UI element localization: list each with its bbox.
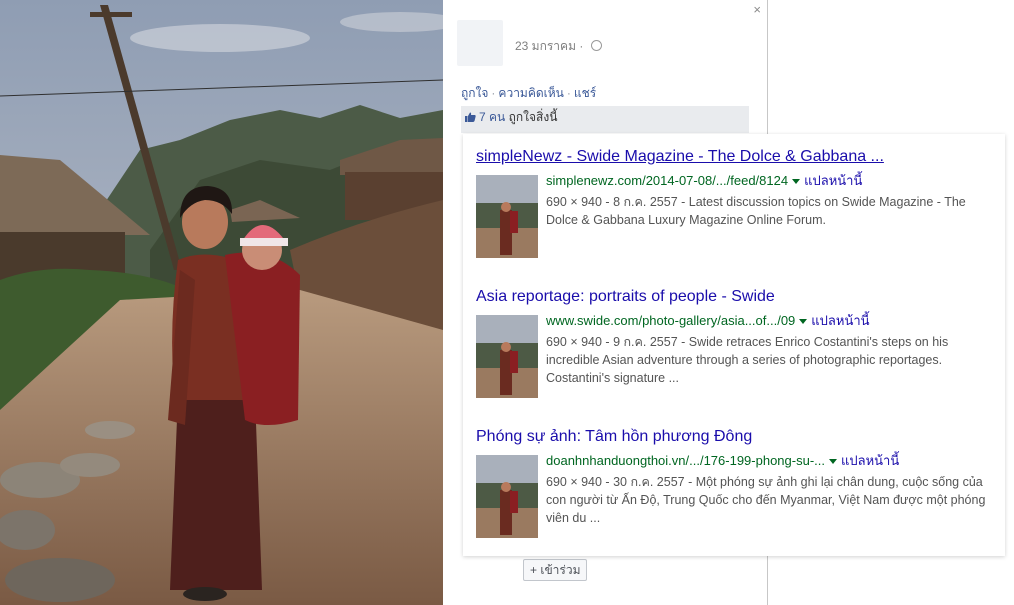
post-date[interactable]: 23 มกราคม · (515, 37, 602, 56)
avatar[interactable] (457, 20, 503, 66)
result-snippet: 690 × 940 - 30 ก.ค. 2557 - Một phóng sự … (546, 475, 986, 525)
result-url-text: doanhnhanduongthoi.vn/.../176-199-phong-… (546, 453, 825, 468)
join-button[interactable]: + เข้าร่วม (523, 559, 588, 581)
likes-count-link[interactable]: 7 คน (479, 110, 505, 124)
result-url: www.swide.com/photo-gallery/asia...of...… (546, 310, 996, 331)
photo-woman-with-child[interactable] (0, 0, 443, 605)
search-results-panel: simpleNewz - Swide Magazine - The Dolce … (463, 134, 1005, 556)
translate-link[interactable]: แปลหน้านี้ (811, 313, 869, 328)
result-url: doanhnhanduongthoi.vn/.../176-199-phong-… (546, 450, 996, 471)
result-thumbnail[interactable] (476, 315, 538, 398)
post-date-text: 23 มกราคม (515, 39, 576, 53)
search-result: Phóng sự ảnh: Tâm hồn phương Đông doanhn… (476, 428, 996, 538)
likes-suffix: ถูกใจสิ่งนี้ (508, 110, 558, 124)
close-icon[interactable]: × (753, 2, 761, 17)
likes-bar: 7 คน ถูกใจสิ่งนี้ (461, 106, 749, 133)
sep-1: · (579, 39, 587, 53)
result-thumbnail[interactable] (476, 455, 538, 538)
result-url: simplenewz.com/2014-07-08/.../feed/8124 แ… (546, 170, 996, 191)
action-separator: · (491, 86, 496, 100)
like-link[interactable]: ถูกใจ (461, 86, 488, 100)
search-result: Asia reportage: portraits of people - Sw… (476, 288, 996, 398)
result-title-link[interactable]: simpleNewz - Swide Magazine - The Dolce … (476, 148, 996, 166)
photo-image (0, 0, 443, 605)
comment-link[interactable]: ความคิดเห็น (498, 86, 563, 100)
result-url-text: www.swide.com/photo-gallery/asia...of...… (546, 313, 796, 328)
dropdown-arrow-icon[interactable] (799, 318, 808, 324)
thumbs-up-icon (465, 112, 476, 122)
globe-icon (590, 40, 602, 51)
translate-link[interactable]: แปลหน้านี้ (804, 173, 862, 188)
result-snippet: 690 × 940 - 9 ก.ค. 2557 - Swide retraces… (546, 335, 949, 385)
result-url-text: simplenewz.com/2014-07-08/.../feed/8124 (546, 173, 789, 188)
result-title-link[interactable]: Asia reportage: portraits of people - Sw… (476, 288, 996, 306)
dropdown-arrow-icon[interactable] (792, 178, 801, 184)
result-thumbnail-image (476, 175, 538, 258)
result-snippet: 690 × 940 - 8 ก.ค. 2557 - Latest discuss… (546, 195, 966, 227)
result-thumbnail[interactable] (476, 175, 538, 258)
search-result: simpleNewz - Swide Magazine - The Dolce … (476, 148, 996, 258)
translate-link[interactable]: แปลหน้านี้ (841, 453, 899, 468)
result-title-link[interactable]: Phóng sự ảnh: Tâm hồn phương Đông (476, 428, 996, 446)
post-actions: ถูกใจ · ความคิดเห็น · แชร์ (461, 84, 596, 103)
action-separator: · (566, 86, 571, 100)
share-link[interactable]: แชร์ (574, 86, 596, 100)
result-thumbnail-image (476, 455, 538, 538)
result-thumbnail-image (476, 315, 538, 398)
dropdown-arrow-icon[interactable] (829, 458, 837, 464)
